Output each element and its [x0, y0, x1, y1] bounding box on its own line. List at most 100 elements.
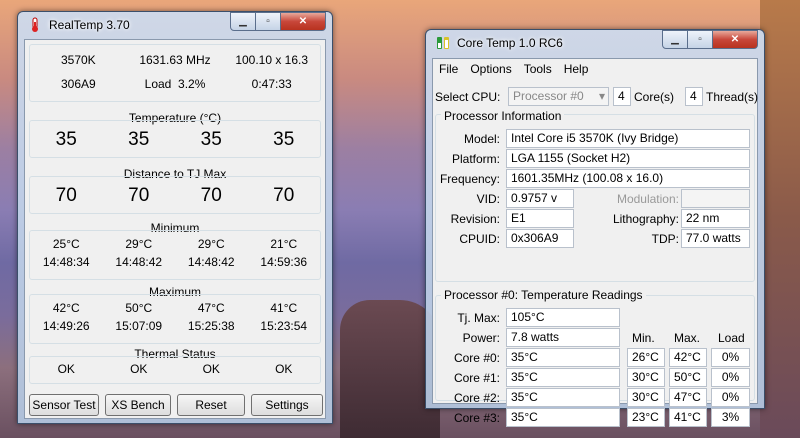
maximize-button[interactable]: ▫ [688, 30, 713, 49]
cpu-frequency: 1631.63 MHz [139, 53, 211, 67]
cpu-load: Load 3.2% [127, 77, 224, 91]
reset-button[interactable]: Reset [177, 394, 245, 416]
minimize-icon: ▁ [671, 34, 679, 45]
core-max-field: 41°C [669, 408, 707, 427]
revision-label: Revision: [450, 212, 500, 226]
coretemp-titlebar[interactable]: Core Temp 1.0 RC6 ▁ ▫ ✕ [426, 30, 764, 56]
menu-file[interactable]: File [433, 59, 464, 79]
menu-help[interactable]: Help [558, 59, 595, 79]
temperature-group: 35 35 35 35 [29, 120, 321, 158]
maximize-button[interactable]: ▫ [256, 12, 281, 31]
max-time-0: 14:49:26 [42, 319, 90, 333]
model-label: Model: [463, 132, 500, 146]
menu-tools[interactable]: Tools [518, 59, 558, 79]
select-cpu-dropdown[interactable]: Processor #0 ▾ [508, 87, 609, 106]
thermal-status-group: OK OK OK OK [29, 356, 321, 384]
min-temp-1: 29°C [125, 237, 153, 251]
thermal-status-0: OK [57, 362, 75, 376]
core-min-field: 30°C [627, 368, 665, 387]
core-min-field: 23°C [627, 408, 665, 427]
minimize-button[interactable]: ▁ [662, 30, 688, 49]
processor-info-heading: Processor Information [441, 109, 565, 123]
settings-button[interactable]: Settings [251, 394, 323, 416]
realtemp-client-area: 3570K 1631.63 MHz 100.10 x 16.3 306A9 Lo… [24, 39, 326, 419]
min-temp-2: 29°C [197, 237, 225, 251]
modulation-label: Modulation: [616, 192, 679, 206]
core-load-field: 0% [711, 368, 750, 387]
minimum-group: 25°C 29°C 29°C 21°C 14:48:34 14:48:42 14… [29, 230, 321, 280]
core-max-field: 42°C [669, 348, 707, 367]
close-button[interactable]: ✕ [281, 12, 326, 31]
load-value: 3.2% [178, 77, 206, 91]
tdp-label: TDP: [651, 232, 679, 246]
core-temp-field: 35°C [506, 388, 620, 407]
threads-count: 4 [685, 87, 703, 106]
menu-options[interactable]: Options [464, 59, 517, 79]
max-temp-1: 50°C [125, 301, 153, 315]
tjmax-field: 105°C [506, 308, 620, 327]
power-label: Power: [462, 331, 500, 345]
minimize-icon: ▁ [239, 16, 247, 27]
vid-field: 0.9757 v [506, 189, 574, 208]
cpu-model: 3570K [60, 53, 96, 67]
core-min-field: 26°C [627, 348, 665, 367]
thermometer-icon [27, 17, 43, 33]
cores-count: 4 [613, 87, 631, 106]
cpuid-field: 0x306A9 [506, 229, 574, 248]
core-min-field: 30°C [627, 388, 665, 407]
core-temp-1: 35 [128, 129, 150, 150]
temperature-readings-heading: Processor #0: Temperature Readings [441, 288, 646, 302]
min-column-header: Min. [632, 331, 655, 345]
info-group: 3570K 1631.63 MHz 100.10 x 16.3 306A9 Lo… [29, 44, 321, 102]
core-load-field: 3% [711, 408, 750, 427]
max-time-2: 15:25:38 [187, 319, 235, 333]
window-title: RealTemp 3.70 [49, 18, 130, 32]
frequency-label: Frequency: [439, 172, 500, 186]
tdp-field: 77.0 watts [681, 229, 750, 248]
uptime: 0:47:33 [251, 77, 292, 91]
max-temp-0: 42°C [52, 301, 80, 315]
distance-value-0: 70 [55, 185, 77, 206]
max-time-1: 15:07:09 [115, 319, 163, 333]
thermal-status-3: OK [275, 362, 293, 376]
core-temp-field: 35°C [506, 408, 620, 427]
power-field: 7.8 watts [506, 328, 620, 347]
cores-label: Core(s) [634, 90, 675, 104]
coretemp-app-icon [435, 35, 451, 51]
modulation-field [681, 189, 750, 208]
thermal-status-2: OK [202, 362, 220, 376]
max-time-3: 15:23:54 [260, 319, 308, 333]
sensor-test-button[interactable]: Sensor Test [29, 394, 99, 416]
load-label: Load [144, 77, 172, 91]
lithography-field: 22 nm [681, 209, 750, 228]
min-time-0: 14:48:34 [42, 255, 90, 269]
select-cpu-label: Select CPU: [435, 90, 501, 104]
minimize-button[interactable]: ▁ [230, 12, 256, 31]
maximize-icon: ▫ [698, 34, 702, 45]
coretemp-client-area: File Options Tools Help Select CPU: Proc… [432, 58, 758, 427]
tjmax-label: Tj. Max: [457, 311, 500, 325]
realtemp-window: RealTemp 3.70 ▁ ▫ ✕ 3570K 1631.63 MHz 10… [17, 11, 333, 424]
max-temp-3: 41°C [270, 301, 298, 315]
realtemp-titlebar[interactable]: RealTemp 3.70 ▁ ▫ ✕ [18, 12, 332, 38]
core-temp-2: 35 [200, 129, 222, 150]
select-cpu-value: Processor #0 [513, 89, 584, 103]
load-column-header: Load [718, 331, 745, 345]
core-max-field: 47°C [669, 388, 707, 407]
min-time-2: 14:48:42 [187, 255, 235, 269]
close-button[interactable]: ✕ [713, 30, 758, 49]
wallpaper-rock [760, 0, 800, 438]
core-load-field: 0% [711, 388, 750, 407]
close-icon: ✕ [298, 16, 308, 27]
cpu-multiplier: 100.10 x 16.3 [235, 53, 309, 67]
min-temp-3: 21°C [270, 237, 298, 251]
coretemp-window: Core Temp 1.0 RC6 ▁ ▫ ✕ File Options Too… [425, 29, 765, 427]
menu-bar: File Options Tools Help [433, 59, 757, 79]
cpu-id: 306A9 [60, 77, 96, 91]
core-max-field: 50°C [669, 368, 707, 387]
core-temp-field: 35°C [506, 368, 620, 387]
xs-bench-button[interactable]: XS Bench [105, 394, 171, 416]
revision-field: E1 [506, 209, 574, 228]
thermal-status-1: OK [130, 362, 148, 376]
core-temp-3: 35 [273, 129, 295, 150]
